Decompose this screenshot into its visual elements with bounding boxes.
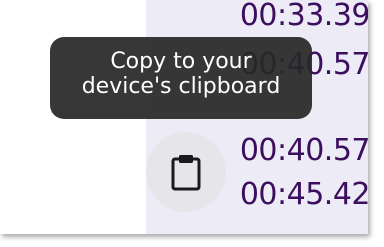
tooltip-line-2: device's clipboard: [81, 74, 281, 100]
copy-tooltip: Copy to your device's clipboard: [50, 37, 312, 119]
clipboard-icon: [171, 155, 201, 191]
timestamp-start-2: 00:40.57: [239, 133, 368, 168]
tooltip-line-1: Copy to your: [110, 49, 252, 74]
timestamp-end-2: 00:45.42: [239, 177, 368, 212]
screenshot-frame: 00:33.39 00:40.57 00:40.57 00:45.42 Copy…: [0, 0, 368, 234]
timestamp-start-1: 00:33.39: [239, 0, 368, 33]
copy-to-clipboard-button[interactable]: [146, 132, 226, 212]
